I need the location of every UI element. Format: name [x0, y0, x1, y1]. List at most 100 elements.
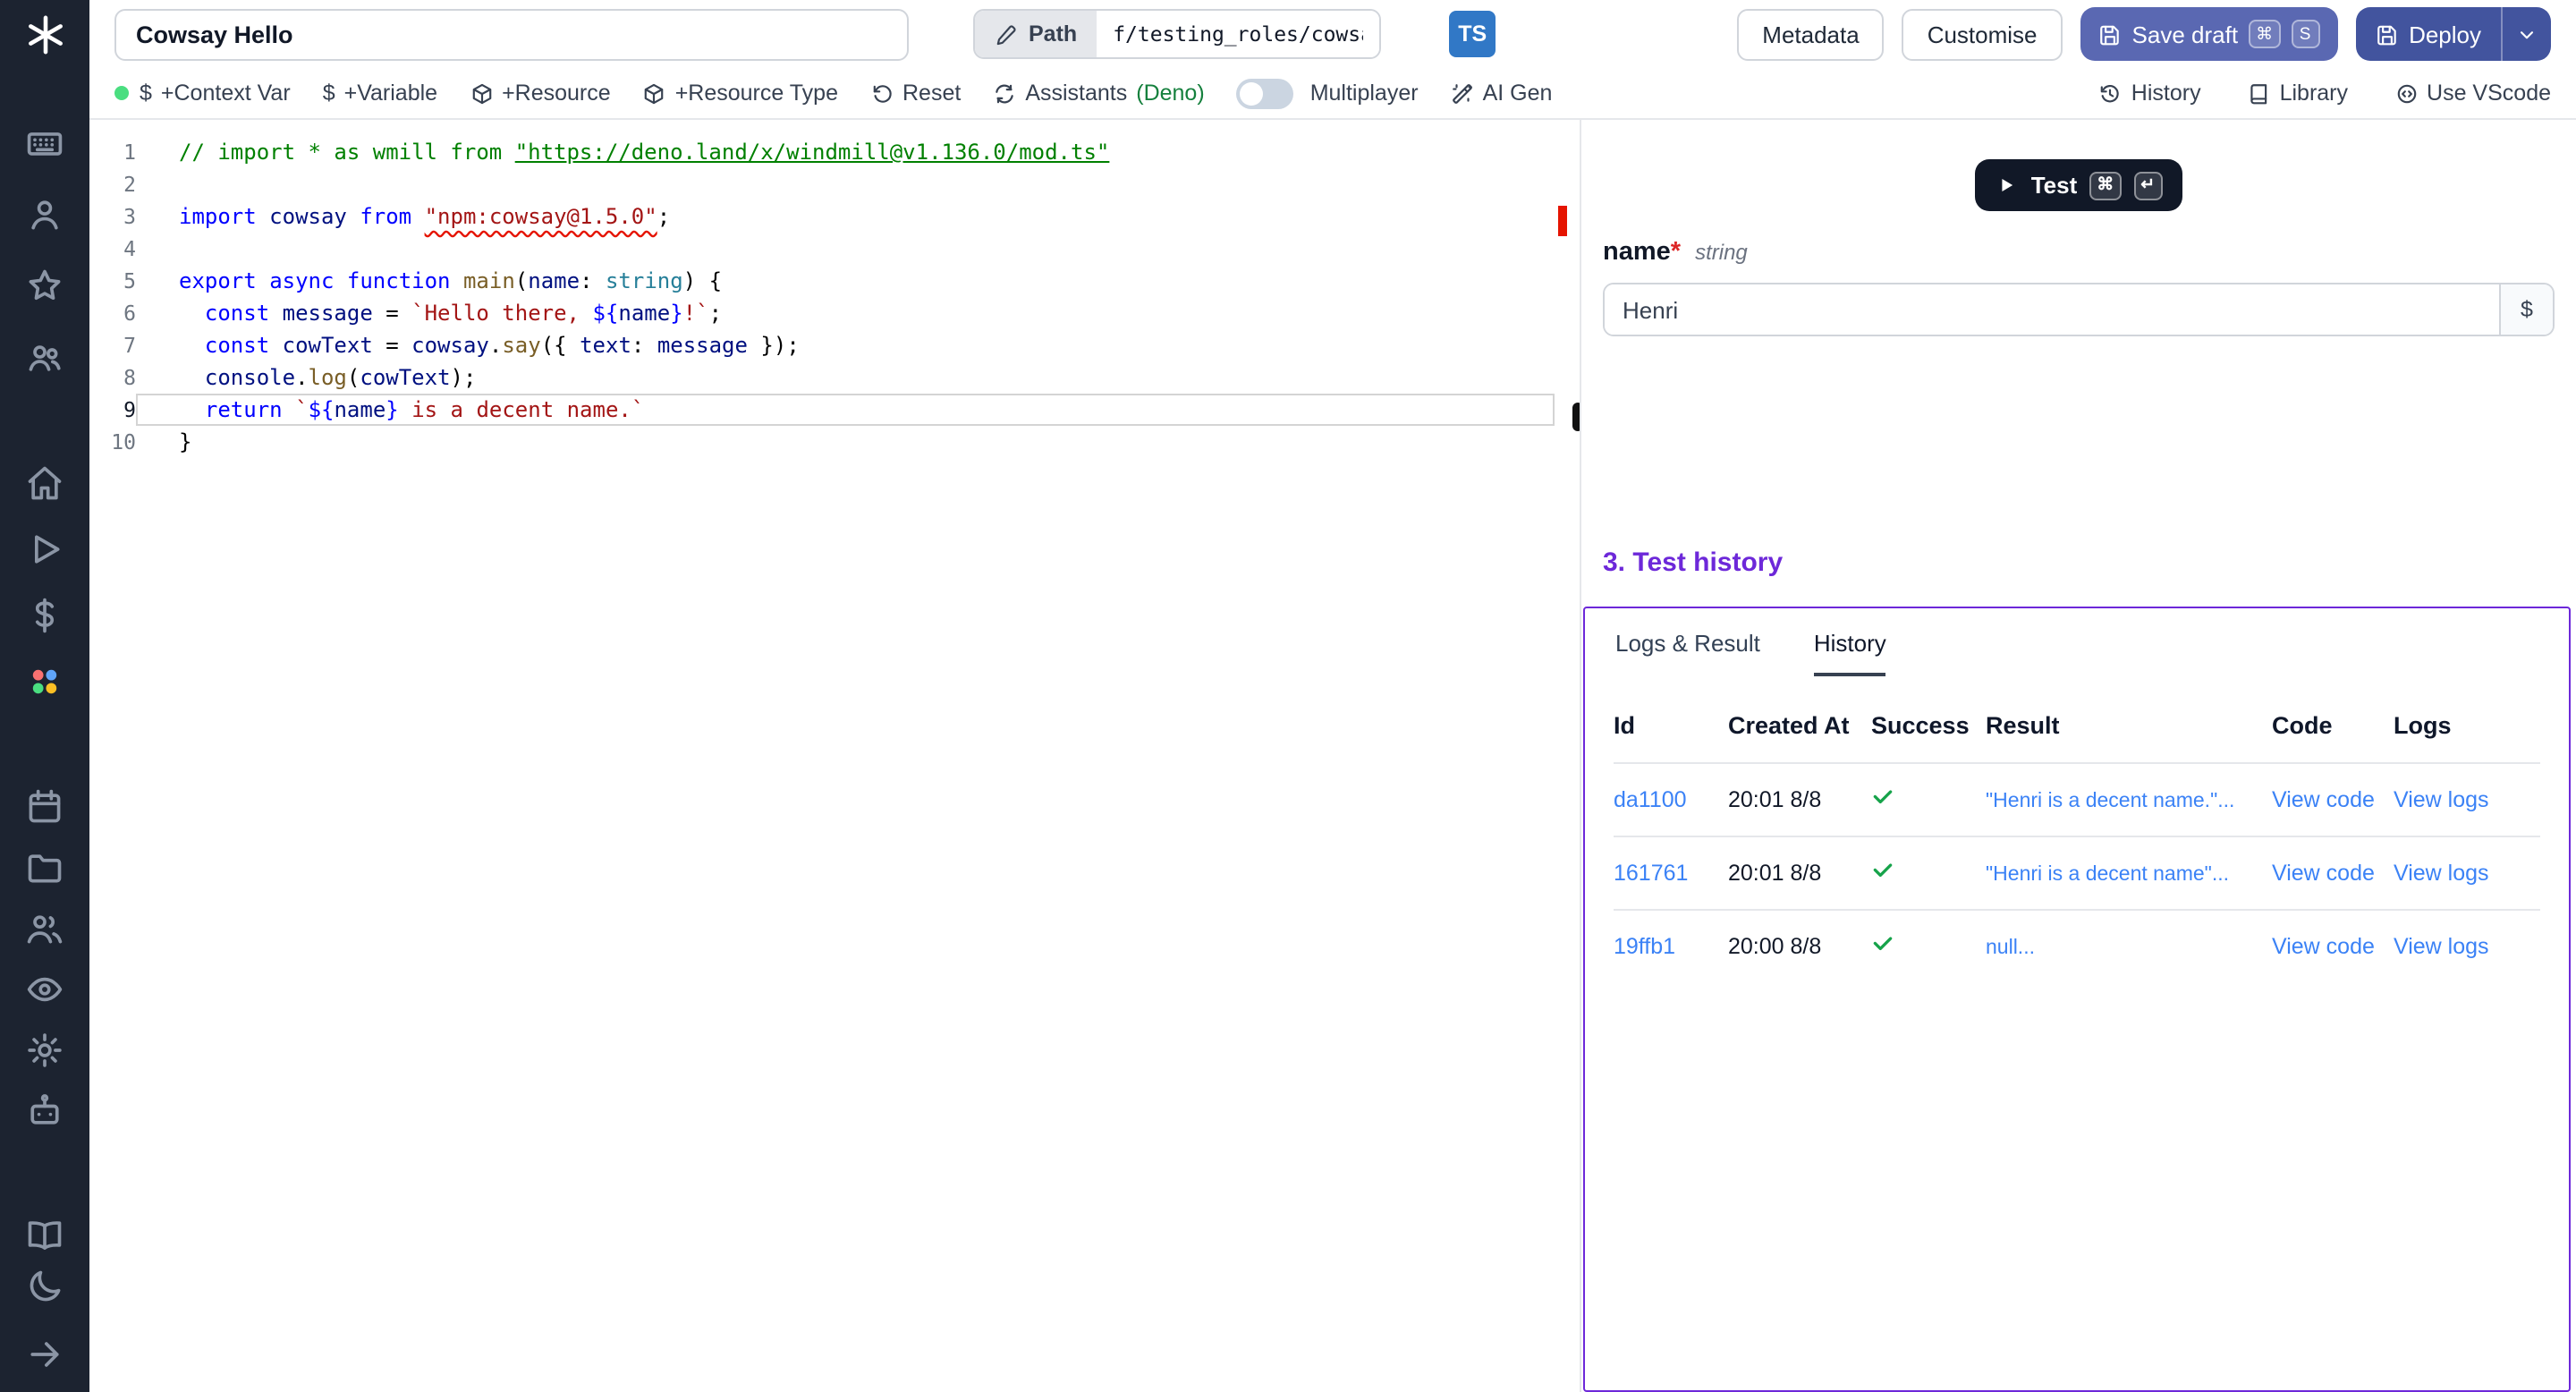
run-id-link[interactable]: 19ffb1 — [1614, 934, 1675, 959]
add-context-var-button[interactable]: $ +Context Var — [140, 81, 291, 106]
result-link[interactable]: null... — [1986, 938, 2035, 959]
tab-history[interactable]: History — [1814, 630, 1886, 676]
deploy-label: Deploy — [2409, 21, 2481, 47]
code-lines: 1// import * as wmill from "https://deno… — [89, 136, 1580, 458]
add-resource-type-button[interactable]: +Resource Type — [643, 81, 838, 106]
path-group: Path — [973, 9, 1381, 59]
line-number: 7 — [89, 329, 136, 361]
line-number: 4 — [89, 233, 136, 265]
sidebar-groups — [25, 55, 64, 1131]
view-logs-link[interactable]: View logs — [2394, 934, 2489, 959]
save-icon — [2375, 22, 2398, 46]
error-marker — [1558, 206, 1567, 236]
sidebar-item-community[interactable] — [25, 338, 64, 378]
run-id-link[interactable]: da1100 — [1614, 787, 1687, 812]
metadata-button[interactable]: Metadata — [1737, 8, 1884, 60]
assistants-button[interactable]: Assistants (Deno) — [993, 81, 1204, 106]
customise-button[interactable]: Customise — [1902, 8, 2063, 60]
sidebar-item-home[interactable] — [25, 463, 64, 503]
sidebar-item-variables[interactable] — [25, 596, 64, 635]
arg-input-group: $ — [1603, 283, 2555, 336]
dollar-icon: $ — [323, 81, 335, 106]
gear-icon — [25, 1031, 64, 1070]
windmill-logo-icon[interactable] — [24, 14, 65, 55]
history-table-wrap: IdCreated AtSuccessResultCodeLogs da1100… — [1614, 705, 2540, 982]
sidebar-item-audit-logs[interactable] — [25, 970, 64, 1009]
save-draft-button[interactable]: Save draft ⌘ S — [2080, 7, 2338, 61]
view-logs-link[interactable]: View logs — [2394, 861, 2489, 886]
library-label: Library — [2280, 81, 2348, 106]
view-code-link[interactable]: View code — [2272, 934, 2375, 959]
sidebar-item-runs[interactable] — [25, 530, 64, 569]
sidebar-item-expand[interactable] — [25, 1335, 64, 1374]
test-row: Test ⌘ ↵ — [1581, 159, 2576, 211]
sidebar-item-folders[interactable] — [25, 848, 64, 887]
book-icon — [2248, 81, 2271, 105]
sidebar-item-groups[interactable] — [25, 909, 64, 948]
sidebar-item-docs[interactable] — [25, 1215, 64, 1254]
test-history-box: Logs & Result History IdCreated AtSuccess… — [1583, 607, 2571, 1392]
sidebar-item-settings[interactable] — [25, 1031, 64, 1070]
table-row: 161761 20:01 8/8 "Henri is a decent name".… — [1614, 836, 2540, 910]
package-icon — [643, 81, 666, 105]
use-vscode-button[interactable]: Use VScode — [2394, 81, 2551, 106]
created-at-cell: 20:00 8/8 — [1728, 910, 1871, 982]
add-resource-button[interactable]: +Resource — [470, 81, 611, 106]
moon-icon — [25, 1267, 64, 1306]
library-button[interactable]: Library — [2248, 81, 2348, 106]
home-icon — [25, 463, 64, 503]
package-icon — [470, 81, 493, 105]
edit-path-button[interactable]: Path — [975, 11, 1097, 57]
content: 1// import * as wmill from "https://deno… — [89, 120, 2576, 1392]
reset-button[interactable]: Reset — [870, 81, 961, 106]
view-logs-link[interactable]: View logs — [2394, 787, 2489, 812]
sidebar-item-favorites[interactable] — [25, 267, 64, 306]
code-editor[interactable]: 1// import * as wmill from "https://deno… — [89, 120, 1581, 1392]
code-line-5: 5export async function main(name: string… — [89, 265, 1580, 297]
sidebar-item-workers[interactable] — [25, 1091, 64, 1131]
kbd-s: S — [2291, 20, 2319, 48]
test-button[interactable]: Test ⌘ ↵ — [1976, 159, 2182, 211]
tab-logs-result[interactable]: Logs & Result — [1615, 630, 1760, 676]
result-link[interactable]: "Henri is a decent name."... — [1986, 791, 2234, 812]
test-panel: Test ⌘ ↵ name* string $ 3. Test history — [1581, 120, 2576, 1392]
line-number: 10 — [89, 426, 136, 458]
column-header: Created At — [1728, 705, 1871, 763]
run-id-link[interactable]: 161761 — [1614, 861, 1688, 886]
column-header: Success — [1871, 705, 1986, 763]
sidebar-item-dark-mode[interactable] — [25, 1267, 64, 1306]
history-button[interactable]: History — [2099, 81, 2201, 106]
assistants-label: Assistants — [1025, 81, 1127, 106]
arg-name-input[interactable] — [1605, 284, 2499, 335]
sidebar-item-schedules[interactable] — [25, 787, 64, 827]
topbar-actions: Metadata Customise Save draft ⌘ S Deploy — [1737, 7, 2551, 61]
ai-gen-button[interactable]: AI Gen — [1451, 81, 1553, 106]
variable-picker-button[interactable]: $ — [2499, 284, 2553, 335]
path-input[interactable] — [1097, 11, 1379, 57]
status-dot — [114, 86, 129, 100]
view-code-link[interactable]: View code — [2272, 861, 2375, 886]
add-variable-button[interactable]: $ +Variable — [323, 81, 437, 106]
sidebar-item-hub[interactable] — [25, 662, 64, 701]
pane-drag-handle[interactable] — [1572, 403, 1581, 431]
toolbar-left: $ +Context Var $ +Variable +Resource +Re… — [140, 78, 1552, 108]
view-code-link[interactable]: View code — [2272, 787, 2375, 812]
code-line-10: 10} — [89, 426, 1580, 458]
save-draft-label: Save draft — [2132, 21, 2239, 47]
dollar-icon: $ — [140, 81, 152, 106]
code-line-1: 1// import * as wmill from "https://deno… — [89, 136, 1580, 168]
chevron-down-icon — [2515, 22, 2538, 46]
created-at-cell: 20:01 8/8 — [1728, 836, 1871, 910]
multiplayer-toggle[interactable] — [1237, 78, 1294, 108]
script-name-input[interactable] — [114, 8, 909, 60]
line-number: 9 — [89, 394, 136, 426]
path-label: Path — [1029, 21, 1077, 47]
kbd-enter: ↵ — [2133, 171, 2162, 199]
sidebar-item-user[interactable] — [25, 195, 64, 234]
deploy-button[interactable]: Deploy — [2355, 7, 2501, 61]
wand-icon — [1451, 81, 1474, 105]
deploy-dropdown-button[interactable] — [2501, 7, 2551, 61]
sidebar-item-workspace[interactable] — [25, 123, 64, 163]
result-link[interactable]: "Henri is a decent name"... — [1986, 864, 2229, 886]
eye-icon — [25, 970, 64, 1009]
